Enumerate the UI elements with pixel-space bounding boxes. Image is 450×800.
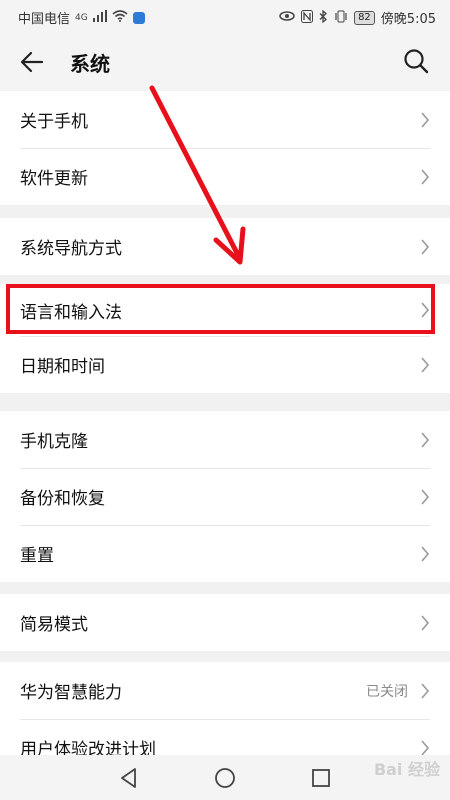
- item-label: 语言和输入法: [20, 302, 122, 323]
- network-type: 4G: [75, 12, 88, 23]
- settings-group-device: 关于手机 软件更新: [0, 91, 450, 205]
- page-title: 系统: [70, 52, 110, 76]
- settings-item-reset[interactable]: 重置: [0, 525, 450, 582]
- triangle-back-icon: [121, 768, 136, 788]
- item-label: 备份和恢复: [20, 489, 105, 509]
- status-bar: 中国电信 4G 82 傍晚5:05: [0, 0, 450, 34]
- carrier-label: 中国电信: [18, 12, 71, 27]
- settings-group-language-time: 语言和输入法 日期和时间: [0, 284, 450, 393]
- chevron-right-icon: [421, 111, 430, 128]
- item-label: 华为智慧能力: [20, 683, 122, 703]
- settings-item-phone-clone[interactable]: 手机克隆: [0, 411, 450, 468]
- settings-group-backup: 手机克隆 备份和恢复 重置: [0, 411, 450, 582]
- clock: 傍晚5:05: [380, 12, 436, 27]
- settings-item-about-phone[interactable]: 关于手机: [0, 91, 450, 148]
- item-label: 手机克隆: [20, 432, 88, 452]
- item-label: 系统导航方式: [20, 239, 122, 259]
- item-status-value: 已关闭: [366, 683, 408, 700]
- watermark: Bai 经验: [373, 760, 440, 779]
- settings-item-language-input[interactable]: 语言和输入法: [0, 284, 450, 336]
- settings-item-software-update[interactable]: 软件更新: [0, 148, 450, 205]
- item-label: 软件更新: [20, 169, 88, 189]
- chevron-right-icon: [421, 238, 430, 255]
- square-recents-icon: [312, 769, 330, 787]
- back-arrow-icon: [20, 51, 44, 73]
- signal-icon: [92, 10, 107, 25]
- settings-item-date-time[interactable]: 日期和时间: [0, 336, 450, 393]
- item-label: 日期和时间: [20, 357, 105, 377]
- nav-back-button[interactable]: [116, 765, 142, 791]
- settings-group-navigation: 系统导航方式: [0, 218, 450, 275]
- settings-item-simple-mode[interactable]: 简易模式: [0, 594, 450, 651]
- chevron-right-icon: [421, 168, 430, 185]
- search-button[interactable]: [402, 47, 432, 77]
- settings-item-system-navigation[interactable]: 系统导航方式: [0, 218, 450, 275]
- nav-recents-button[interactable]: [308, 765, 334, 791]
- chevron-right-icon: [421, 614, 430, 631]
- chevron-right-icon: [421, 431, 430, 448]
- settings-item-backup-restore[interactable]: 备份和恢复: [0, 468, 450, 525]
- wifi-icon: [112, 10, 128, 25]
- battery-indicator: 82: [354, 10, 375, 25]
- app-notification-icon: [132, 11, 145, 24]
- app-header: 系统: [0, 34, 450, 90]
- chevron-right-icon: [421, 739, 430, 756]
- vibrate-icon: [334, 10, 348, 26]
- eye-comfort-icon: [279, 10, 295, 25]
- nav-home-button[interactable]: [212, 765, 238, 791]
- chevron-right-icon: [421, 356, 430, 373]
- item-label: 关于手机: [20, 112, 88, 132]
- chevron-right-icon: [421, 488, 430, 505]
- nfc-icon: [301, 9, 314, 26]
- circle-home-icon: [215, 768, 235, 788]
- search-icon: [404, 49, 429, 74]
- item-label: 简易模式: [20, 615, 88, 635]
- chevron-right-icon: [421, 545, 430, 562]
- bluetooth-icon: [319, 9, 328, 26]
- item-label: 重置: [20, 546, 54, 566]
- settings-item-huawei-intelligence[interactable]: 华为智慧能力 已关闭: [0, 662, 450, 719]
- chevron-right-icon: [421, 302, 430, 318]
- settings-group-simple-mode: 简易模式: [0, 594, 450, 651]
- chevron-right-icon: [421, 682, 430, 699]
- back-button[interactable]: [18, 48, 50, 76]
